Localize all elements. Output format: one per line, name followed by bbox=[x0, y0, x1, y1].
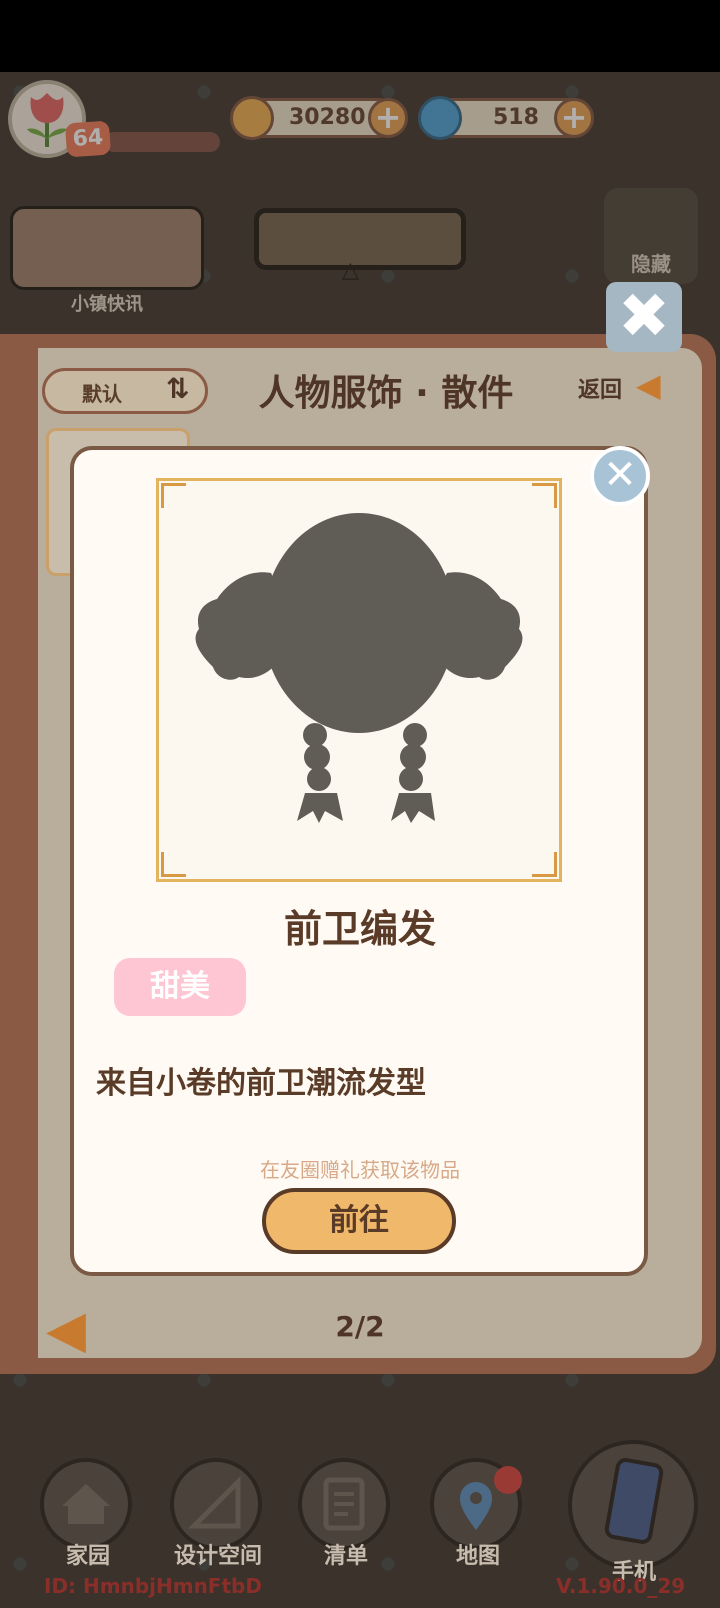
status-bar bbox=[0, 0, 720, 72]
nav-map-label: 地图 bbox=[455, 1544, 500, 1569]
item-description: 来自小卷的前卫潮流发型 bbox=[96, 1066, 426, 1101]
page-indicator: 2/2 bbox=[335, 1310, 385, 1343]
nav-phone-button[interactable] bbox=[568, 1440, 698, 1570]
nav-home-label: 家园 bbox=[65, 1544, 110, 1569]
nav-list-label: 清单 bbox=[323, 1544, 368, 1569]
house-icon bbox=[62, 1484, 110, 1524]
prev-page-button[interactable]: ◀ bbox=[46, 1300, 86, 1360]
popup-close-button[interactable]: ✕ bbox=[590, 446, 650, 506]
hairstyle-silhouette-icon bbox=[195, 513, 523, 823]
back-button[interactable]: 返回 bbox=[578, 372, 622, 404]
acquire-hint: 在友圈赠礼获取该物品 bbox=[260, 1158, 460, 1182]
goto-button[interactable]: 前往 bbox=[262, 1188, 456, 1254]
nav-design-button[interactable] bbox=[170, 1458, 262, 1550]
nav-design-label: 设计空间 bbox=[173, 1544, 262, 1569]
nav-home-button[interactable] bbox=[40, 1458, 132, 1550]
sort-icon: ⇅ bbox=[166, 372, 190, 405]
player-id: ID: HmnbjHmnFtbD bbox=[44, 1574, 262, 1598]
back-arrow-icon[interactable]: ◀ bbox=[636, 366, 661, 404]
nav-list-button[interactable] bbox=[298, 1458, 390, 1550]
version-label: V.1.90.0_29 bbox=[556, 1574, 686, 1598]
style-tag: 甜美 bbox=[114, 958, 246, 1016]
ruler-icon bbox=[187, 1475, 241, 1529]
panel-title: 人物服饰 · 散件 bbox=[258, 373, 514, 414]
sort-label: 默认 bbox=[82, 382, 122, 406]
checklist-icon bbox=[323, 1477, 365, 1531]
map-notification-dot bbox=[494, 1466, 522, 1494]
item-name: 前卫编发 bbox=[283, 907, 436, 951]
panel-close-button[interactable]: ✖ bbox=[606, 282, 682, 352]
phone-icon bbox=[604, 1458, 664, 1544]
item-preview-frame bbox=[156, 478, 562, 882]
